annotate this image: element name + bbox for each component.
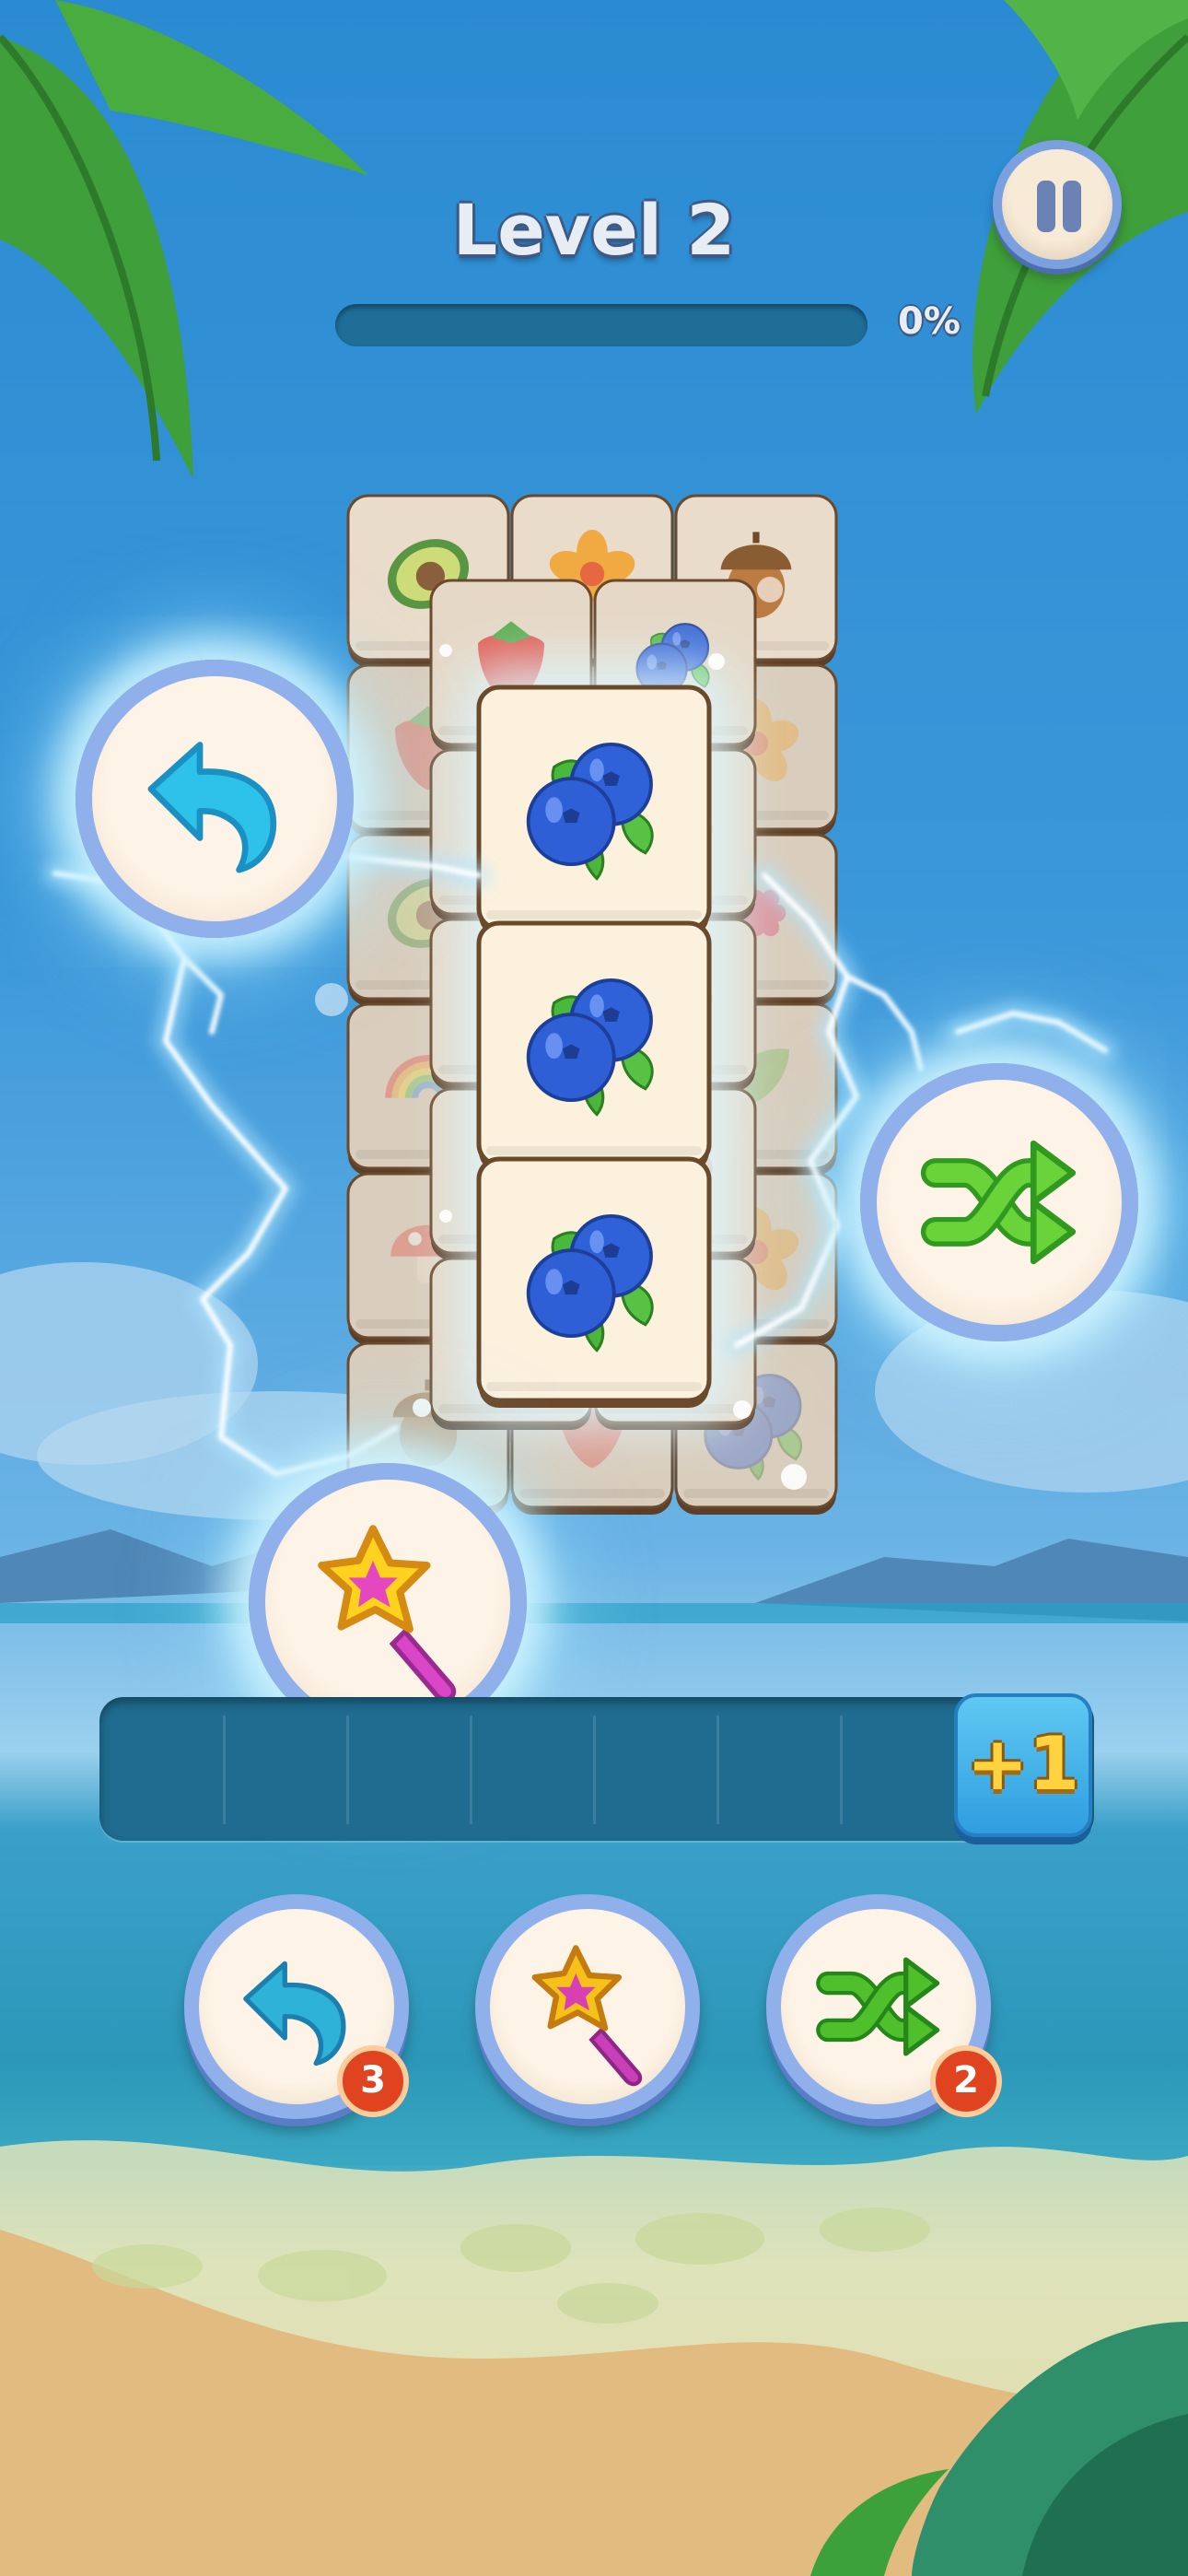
tray-slot-divider	[716, 1715, 719, 1824]
shuffle-powerup-active	[860, 1063, 1138, 1341]
tray-slot-divider	[346, 1715, 349, 1824]
tray-slot-divider	[593, 1715, 596, 1824]
extra-slot-button[interactable]: +1	[954, 1693, 1092, 1837]
undo-icon	[147, 742, 277, 873]
game-scene: Level 2 0% +1 3 2	[0, 0, 1188, 2576]
shuffle-count-badge: 2	[930, 2045, 1002, 2117]
undo-count-badge: 3	[337, 2045, 409, 2117]
tray-slot-divider	[470, 1715, 472, 1824]
tile-tray	[99, 1697, 1094, 1841]
magic-wand-icon	[531, 1945, 643, 2087]
magic-wand-icon	[318, 1525, 457, 1703]
undo-powerup-active	[76, 660, 354, 938]
shuffle-icon	[920, 1140, 1077, 1265]
tray-slot-divider	[223, 1715, 226, 1824]
tray-slot-divider	[840, 1715, 843, 1824]
magic-wand-button[interactable]	[475, 1894, 700, 2119]
